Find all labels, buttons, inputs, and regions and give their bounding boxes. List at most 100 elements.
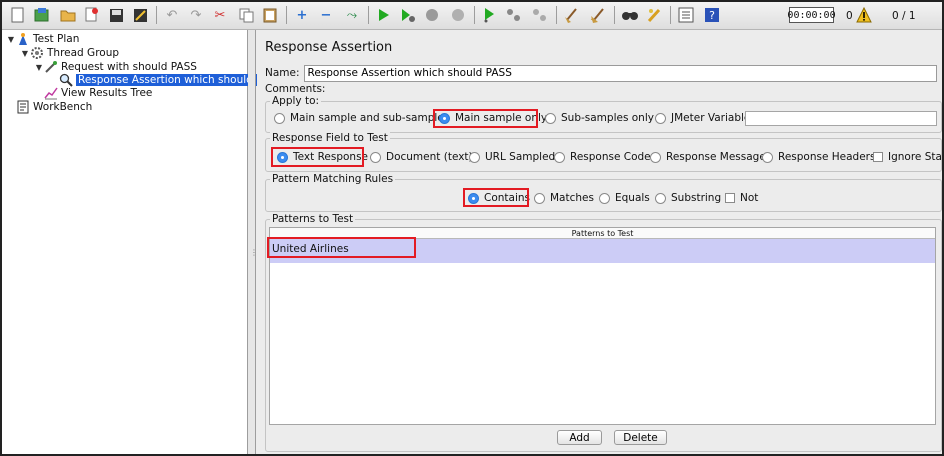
radio-label: Response Headers xyxy=(778,151,876,163)
checkbox-label: Not xyxy=(740,192,759,204)
save-as-icon[interactable] xyxy=(130,5,150,25)
shutdown-icon[interactable] xyxy=(448,5,468,25)
name-field[interactable] xyxy=(303,64,937,82)
redo-icon[interactable]: ↷ xyxy=(186,5,206,25)
radio-dot xyxy=(655,192,666,204)
radio-label: Document (text) xyxy=(386,151,473,163)
equals-radio[interactable]: Equals xyxy=(599,192,650,204)
tree-item-label: Test Plan xyxy=(33,33,80,45)
warning-icon[interactable] xyxy=(856,6,872,23)
copy-icon[interactable] xyxy=(236,5,256,25)
highlight-box xyxy=(267,237,416,258)
sub-samples-only-radio[interactable]: Sub-samples only xyxy=(545,112,654,124)
remote-start-icon[interactable] xyxy=(480,5,500,25)
reset-search-icon[interactable] xyxy=(644,5,664,25)
elapsed-timer: 00:00:00 xyxy=(787,7,836,23)
help-icon[interactable]: ? xyxy=(702,5,722,25)
jmeter-variable-input[interactable] xyxy=(745,111,937,126)
radio-dot xyxy=(534,192,545,204)
tree-item-label: WorkBench xyxy=(33,101,93,113)
tree-item-thread-group[interactable]: ▼ Thread Group xyxy=(20,46,119,60)
start-icon[interactable] xyxy=(374,5,394,25)
stop-icon[interactable] xyxy=(422,5,442,25)
cut-icon[interactable]: ✂ xyxy=(210,5,230,25)
split-pane-divider[interactable]: ⋮ xyxy=(248,30,258,454)
magnifier-icon xyxy=(59,73,73,87)
tree-item-label: Thread Group xyxy=(47,47,120,59)
remote-shutdown-icon[interactable] xyxy=(530,5,550,25)
tree-item-label: View Results Tree xyxy=(61,87,153,99)
jmeter-variable-radio[interactable]: JMeter Variable xyxy=(655,112,750,124)
not-checkbox[interactable]: Not xyxy=(725,192,758,204)
start-no-pause-icon[interactable] xyxy=(398,5,418,25)
ignore-status-checkbox[interactable]: Ignore Status xyxy=(873,151,942,163)
highlight-box xyxy=(433,109,538,128)
radio-dot xyxy=(650,151,661,163)
workbench-icon xyxy=(16,100,30,114)
expand-icon[interactable]: + xyxy=(292,5,312,25)
radio-label: URL Sampled xyxy=(485,151,556,163)
toggle-icon[interactable]: ⤳ xyxy=(342,5,362,25)
collapse-arrow-icon[interactable]: ▼ xyxy=(6,35,16,44)
active-threads-count: 0 / 1 xyxy=(892,10,916,22)
search-icon[interactable] xyxy=(620,5,640,25)
checkbox-label: Ignore Status xyxy=(888,151,942,163)
tree-item-view-results-tree[interactable]: View Results Tree xyxy=(34,86,152,100)
group-title: Pattern Matching Rules xyxy=(270,173,396,185)
svg-text:?: ? xyxy=(709,9,715,22)
radio-dot xyxy=(274,112,285,124)
function-helper-icon[interactable] xyxy=(676,5,696,25)
radio-dot xyxy=(655,112,666,124)
delete-button[interactable]: Delete xyxy=(614,430,667,445)
substring-radio[interactable]: Substring xyxy=(655,192,721,204)
save-icon[interactable] xyxy=(106,5,126,25)
document-text-radio[interactable]: Document (text) xyxy=(370,151,473,163)
collapse-arrow-icon[interactable]: ▼ xyxy=(20,49,30,58)
gear-icon xyxy=(30,46,44,60)
test-plan-tree: ▼ Test Plan ▼ Thread Group ▼ Request wit… xyxy=(2,30,285,454)
paste-icon[interactable] xyxy=(260,5,280,25)
response-headers-radio[interactable]: Response Headers xyxy=(762,151,875,163)
sampler-icon xyxy=(44,60,58,74)
clear-all-icon[interactable] xyxy=(588,5,608,25)
name-row: Name: xyxy=(265,64,937,82)
checkbox-box xyxy=(725,193,735,203)
radio-dot xyxy=(762,151,773,163)
remote-stop-icon[interactable] xyxy=(504,5,524,25)
collapse-icon[interactable]: − xyxy=(316,5,336,25)
tree-item-workbench[interactable]: WorkBench xyxy=(6,100,92,114)
jmeter-window: ↶ ↷ ✂ + − ⤳ ? 00:00:00 0 0 / 1 ▼ Test Pl… xyxy=(0,0,944,456)
listener-icon xyxy=(44,86,58,100)
radio-label: Main sample and sub-samples xyxy=(290,112,450,124)
comments-label: Comments: xyxy=(265,83,326,95)
radio-dot xyxy=(469,151,480,163)
undo-icon[interactable]: ↶ xyxy=(162,5,182,25)
radio-label: Matches xyxy=(550,192,594,204)
response-message-radio[interactable]: Response Message xyxy=(650,151,766,163)
radio-dot xyxy=(554,151,565,163)
tree-item-request[interactable]: ▼ Request with should PASS xyxy=(34,60,197,74)
toolbar: ↶ ↷ ✂ + − ⤳ ? 00:00:00 0 0 / 1 xyxy=(2,2,942,30)
name-label: Name: xyxy=(265,67,300,79)
radio-dot xyxy=(545,112,556,124)
response-code-radio[interactable]: Response Code xyxy=(554,151,651,163)
close-icon[interactable] xyxy=(82,5,102,25)
collapse-arrow-icon[interactable]: ▼ xyxy=(34,63,44,72)
tree-item-test-plan[interactable]: ▼ Test Plan xyxy=(6,32,79,46)
radio-label: Sub-samples only xyxy=(561,112,654,124)
group-title: Patterns to Test xyxy=(270,213,356,225)
clear-icon[interactable] xyxy=(562,5,582,25)
new-icon[interactable] xyxy=(8,5,28,25)
matches-radio[interactable]: Matches xyxy=(534,192,594,204)
radio-label: Equals xyxy=(615,192,650,204)
radio-label: Response Code xyxy=(570,151,651,163)
add-button[interactable]: Add xyxy=(557,430,602,445)
open-icon[interactable] xyxy=(58,5,78,25)
main-and-sub-samples-radio[interactable]: Main sample and sub-samples xyxy=(274,112,449,124)
page-title: Response Assertion xyxy=(265,40,393,55)
templates-icon[interactable] xyxy=(32,5,52,25)
test-plan-icon xyxy=(16,32,30,46)
url-sampled-radio[interactable]: URL Sampled xyxy=(469,151,555,163)
radio-dot xyxy=(599,192,610,204)
radio-label: Substring xyxy=(671,192,722,204)
